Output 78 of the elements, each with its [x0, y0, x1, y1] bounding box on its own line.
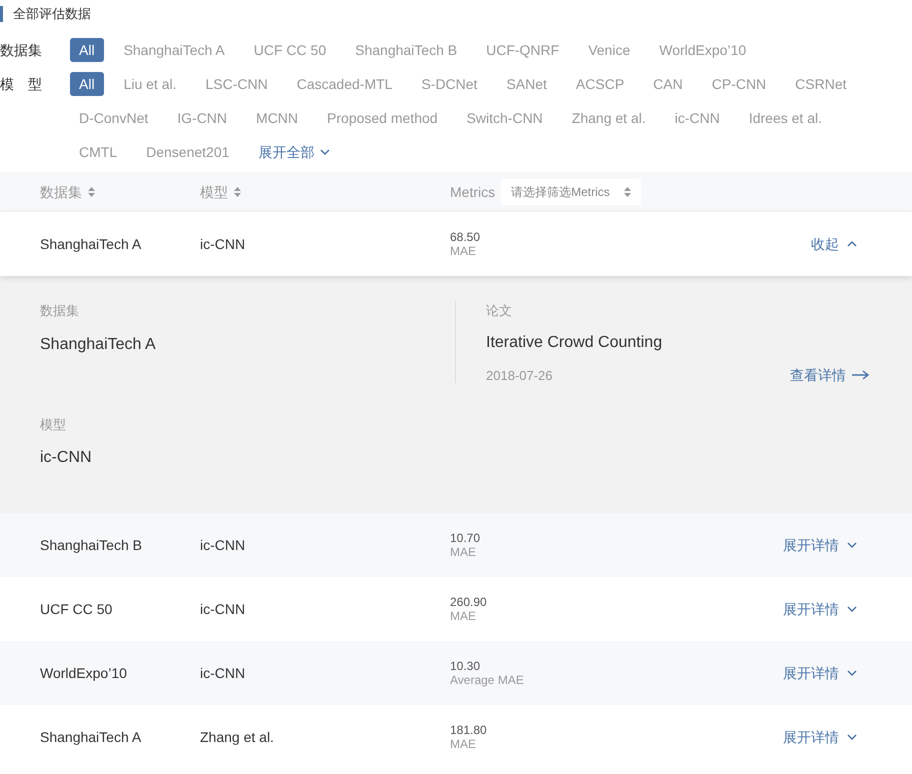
- chevron-up-icon: [847, 241, 857, 247]
- paper-title: Iterative Crowd Counting: [486, 332, 664, 352]
- detail-value: ic-CNN: [40, 448, 93, 468]
- dataset-cell: ShanghaiTech B: [40, 536, 142, 552]
- section-title: 全部评估数据: [0, 6, 912, 22]
- filter-option[interactable]: IG-CNN: [168, 106, 236, 130]
- filter-option[interactable]: Switch-CNN: [458, 106, 552, 130]
- dataset-cell: ShanghaiTech A: [40, 236, 142, 252]
- filter-option[interactable]: ShanghaiTech B: [346, 38, 466, 62]
- view-details-link[interactable]: 查看详情: [790, 364, 870, 386]
- detail-label: 数据集: [40, 302, 80, 320]
- filter-option[interactable]: Venice: [579, 38, 640, 62]
- paper-date: 2018-07-26: [486, 367, 552, 385]
- filter-option[interactable]: LSC-CNN: [196, 72, 277, 96]
- filter-option[interactable]: Cascaded-MTL: [288, 72, 402, 96]
- filter-option[interactable]: D-ConvNet: [70, 106, 158, 130]
- filter-option[interactable]: UCF CC 50: [244, 38, 336, 62]
- dataset-cell: WorldExpo’10: [40, 664, 127, 680]
- toggle-details-button[interactable]: 收起: [811, 234, 857, 254]
- filter-option[interactable]: UCF-QNRF: [477, 38, 568, 62]
- metric-name: Average MAE: [450, 673, 524, 687]
- metric-name: MAE: [450, 737, 476, 751]
- model-cell: Zhang et al.: [200, 728, 274, 744]
- filter-option[interactable]: CAN: [644, 72, 692, 96]
- expand-all-link[interactable]: 展开全部: [249, 140, 340, 164]
- metric-value: 260.90: [450, 595, 487, 609]
- sort-icon: [234, 187, 241, 197]
- column-header[interactable]: 模型: [200, 182, 241, 202]
- filter-option[interactable]: ic-CNN: [666, 106, 729, 130]
- toggle-details-button[interactable]: 展开详情: [783, 534, 857, 556]
- chevron-down-icon: [847, 670, 857, 676]
- model-cell: ic-CNN: [200, 536, 246, 552]
- toggle-details-button[interactable]: 展开详情: [783, 598, 857, 620]
- filter-option[interactable]: Proposed method: [318, 106, 447, 130]
- filter-option[interactable]: WorldExpo’10: [650, 38, 756, 62]
- detail-label: 论文: [486, 302, 513, 320]
- column-header[interactable]: 数据集: [40, 182, 95, 202]
- filter-option[interactable]: CMTL: [70, 140, 126, 164]
- metric-name: MAE: [450, 545, 476, 559]
- filter-option[interactable]: All: [70, 72, 104, 96]
- dataset-cell: ShanghaiTech A: [40, 728, 142, 744]
- filter-option[interactable]: S-DCNet: [412, 72, 486, 96]
- toggle-details-button[interactable]: 展开详情: [783, 726, 857, 748]
- filter-option[interactable]: Idrees et al.: [740, 106, 831, 130]
- chevron-down-icon: [320, 149, 330, 155]
- metrics-select[interactable]: 请选择筛选Metrics: [501, 179, 641, 205]
- filter-option[interactable]: All: [70, 38, 104, 62]
- metric-name: MAE: [450, 609, 476, 623]
- dataset-cell: UCF CC 50: [40, 600, 112, 616]
- filter-option[interactable]: SANet: [497, 72, 556, 96]
- model-cell: ic-CNN: [200, 600, 246, 616]
- chevron-down-icon: [847, 542, 857, 548]
- detail-label: 模型: [40, 416, 67, 434]
- filter-option[interactable]: ShanghaiTech A: [114, 38, 234, 62]
- toggle-details-button[interactable]: 展开详情: [783, 662, 857, 684]
- filter-option[interactable]: Liu et al.: [114, 72, 186, 96]
- filter-option[interactable]: Densenet201: [137, 140, 238, 164]
- metric-value: 68.50: [450, 230, 480, 244]
- arrow-right-icon: [852, 370, 870, 380]
- model-cell: ic-CNN: [200, 664, 246, 680]
- sort-icon: [88, 187, 95, 197]
- metric-name: MAE: [450, 244, 476, 258]
- filter-option[interactable]: ACSCP: [566, 72, 634, 96]
- filter-option[interactable]: CP-CNN: [702, 72, 776, 96]
- metric-value: 181.80: [450, 723, 487, 737]
- sort-icon: [624, 187, 631, 197]
- metric-value: 10.30: [450, 659, 480, 673]
- filter-option[interactable]: CSRNet: [786, 72, 856, 96]
- detail-value: ShanghaiTech A: [40, 334, 157, 354]
- filter-option[interactable]: MCNN: [247, 106, 308, 130]
- chevron-down-icon: [847, 734, 857, 740]
- metric-value: 10.70: [450, 531, 480, 545]
- filter-label: 数据集: [0, 41, 43, 60]
- filter-option[interactable]: Zhang et al.: [562, 106, 655, 130]
- column-header: Metrics: [450, 182, 496, 202]
- model-cell: ic-CNN: [200, 236, 246, 252]
- filter-label: 模 型: [0, 75, 43, 94]
- chevron-down-icon: [847, 606, 857, 612]
